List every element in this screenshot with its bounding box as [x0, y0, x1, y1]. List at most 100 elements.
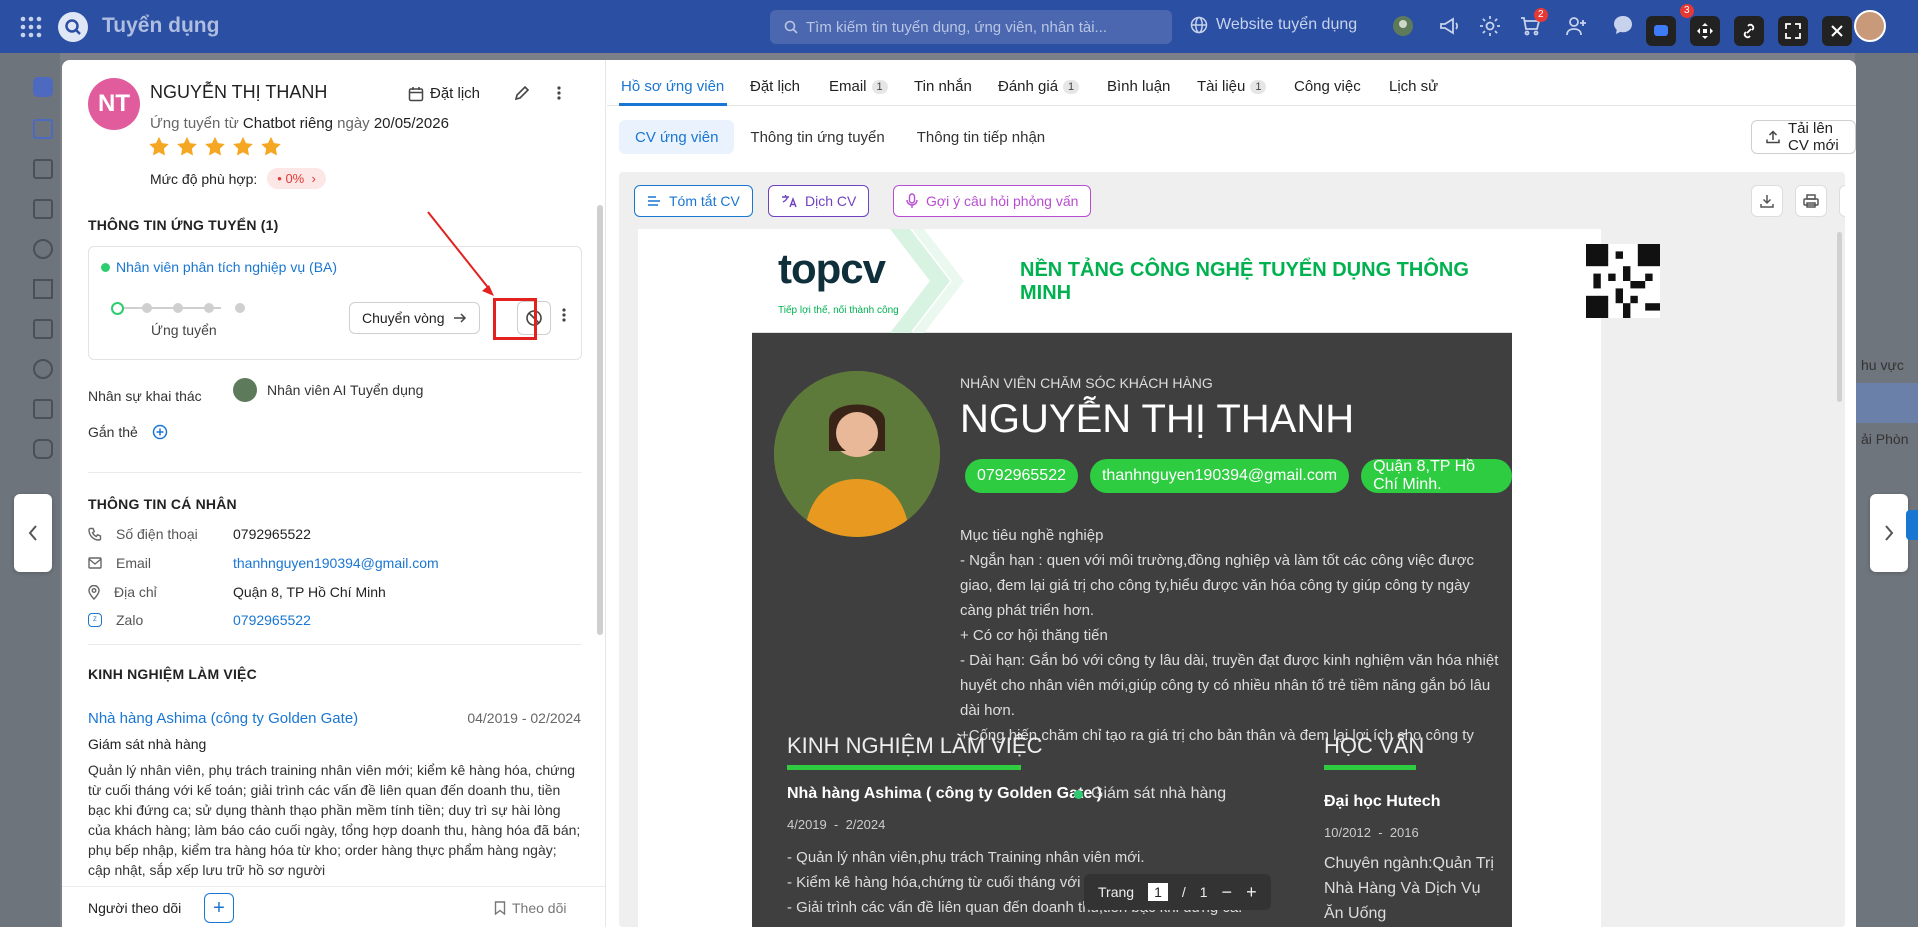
star-icon[interactable]: [204, 136, 226, 156]
link-button[interactable]: [1734, 16, 1764, 46]
app-a-icon[interactable]: [33, 77, 53, 97]
follow-button[interactable]: Theo dõi: [494, 900, 566, 916]
website-link[interactable]: Website tuyển dụng: [1190, 16, 1357, 34]
fullscreen-button[interactable]: [1778, 16, 1808, 46]
job-title-link[interactable]: Nhân viên phân tích nghiệp vụ (BA): [101, 259, 337, 275]
settings-gear-icon[interactable]: [1478, 14, 1502, 41]
bookmark-icon: [494, 901, 506, 915]
translate-cv-button[interactable]: Dịch CV: [768, 185, 870, 217]
add-user-icon[interactable]: [1564, 14, 1588, 41]
background-sidebar: [0, 53, 60, 927]
match-pill[interactable]: • 0% ›: [267, 168, 326, 189]
left-scrollbar[interactable]: [597, 205, 603, 635]
tab-tin-nhan[interactable]: Tin nhắn: [914, 78, 972, 95]
experience-company[interactable]: Nhà hàng Ashima (công ty Golden Gate): [88, 710, 358, 727]
summarize-cv-button[interactable]: Tóm tắt CV: [634, 185, 753, 217]
search-icon: [784, 20, 798, 34]
tab-dat-lich[interactable]: Đặt lịch: [750, 78, 800, 95]
email-label: Email: [116, 555, 152, 571]
tab-cong-viec[interactable]: Công việc: [1294, 78, 1361, 95]
star-icon[interactable]: [148, 136, 170, 156]
add-follower-button[interactable]: +: [204, 893, 234, 923]
email-value[interactable]: thanhnguyen190394@gmail.com: [233, 555, 439, 571]
megaphone-icon[interactable]: [1438, 14, 1462, 41]
apps-grid-icon[interactable]: [20, 16, 42, 38]
tab-danh-gia[interactable]: Đánh giá 1: [998, 78, 1080, 95]
phone-row: Số điện thoại 0792965522: [88, 526, 311, 542]
move-round-button[interactable]: Chuyển vòng: [349, 302, 480, 334]
step-dot[interactable]: [173, 303, 183, 313]
document-icon[interactable]: [33, 119, 53, 139]
cv-email: thanhnguyen190394@gmail.com: [1089, 459, 1350, 493]
prev-candidate-button[interactable]: [14, 494, 52, 572]
interview-questions-button[interactable]: Gợi ý câu hỏi phỏng vấn: [893, 185, 1092, 217]
global-search-input[interactable]: Tìm kiếm tin tuyển dụng, ứng viên, nhân …: [770, 10, 1172, 44]
target-icon[interactable]: [33, 359, 53, 379]
tab-lich-su[interactable]: Lịch sử: [1389, 78, 1438, 95]
step-dot[interactable]: [142, 303, 152, 313]
app-title: Tuyển dụng: [102, 14, 220, 37]
rating-stars[interactable]: [148, 136, 282, 156]
next-candidate-button[interactable]: [1870, 494, 1908, 572]
calendar-icon[interactable]: [33, 199, 53, 219]
mail-icon[interactable]: [33, 399, 53, 419]
user-avatar[interactable]: [1854, 10, 1886, 42]
active-tab-underline: [619, 103, 727, 106]
objective-line: - Dài hạn: Gắn bó với công ty lâu dài, t…: [960, 652, 1499, 719]
step-dot[interactable]: [204, 303, 214, 313]
side-panel-toggle[interactable]: [1906, 510, 1918, 540]
cv-exp-end: 2/2024: [845, 817, 886, 832]
close-modal-button[interactable]: [1822, 16, 1852, 46]
edit-pencil-icon[interactable]: [514, 85, 530, 101]
step-dot[interactable]: [235, 303, 245, 313]
add-tag-icon[interactable]: [152, 424, 168, 440]
chat-icon[interactable]: [1612, 14, 1634, 39]
tab-binh-luan[interactable]: Bình luận: [1107, 78, 1170, 95]
viewer-scrollbar[interactable]: [1837, 232, 1842, 402]
id-card-icon[interactable]: [33, 159, 53, 179]
zoom-in-button[interactable]: +: [1246, 882, 1257, 903]
expand-button[interactable]: [1839, 185, 1845, 217]
step-dot[interactable]: [111, 302, 124, 315]
bot-avatar-icon[interactable]: [1392, 15, 1414, 40]
cart-badge: 2: [1534, 8, 1548, 22]
recruiter-label: Nhân sự khai thác: [88, 388, 202, 404]
tab-tai-lieu[interactable]: Tài liệu 1: [1197, 78, 1267, 95]
megaphone-rail-icon[interactable]: [33, 279, 53, 299]
print-button[interactable]: [1795, 185, 1827, 217]
match-value: 0%: [285, 171, 305, 186]
zalo-icon: Z: [88, 613, 102, 627]
star-icon[interactable]: [232, 136, 254, 156]
more-options-icon[interactable]: [556, 85, 562, 101]
highlight-box: [493, 298, 537, 340]
upload-cv-button[interactable]: Tải lên CV mới: [1751, 120, 1856, 154]
location-pin-icon: [88, 584, 100, 600]
cv-edu-major: Chuyên ngành:Quản Trị Nhà Hàng Và Dịch V…: [1324, 855, 1494, 922]
star-icon[interactable]: [176, 136, 198, 156]
subtab-cv[interactable]: CV ứng viên: [619, 120, 735, 154]
cv-exp-role: Giám sát nhà hàng: [1091, 785, 1227, 802]
logo-top: top: [778, 245, 841, 292]
star-icon[interactable]: [260, 136, 282, 156]
address-label: Địa chỉ: [114, 584, 157, 600]
tab-label: Đặt lịch: [750, 78, 801, 95]
zalo-value[interactable]: 0792965522: [233, 612, 311, 628]
email-icon: [88, 557, 102, 569]
card-more-icon[interactable]: [561, 307, 567, 323]
cv-edu-underline: [1324, 765, 1416, 770]
messenger-button[interactable]: [1646, 16, 1676, 46]
schedule-button[interactable]: Đặt lịch: [408, 85, 480, 102]
subtab-intake-info[interactable]: Thông tin tiếp nhận: [901, 120, 1061, 154]
page-current-input[interactable]: 1: [1148, 883, 1168, 901]
tab-email[interactable]: Email 1: [829, 78, 888, 95]
message-icon[interactable]: [33, 439, 53, 459]
checkbox-icon[interactable]: [33, 319, 53, 339]
zoom-out-button[interactable]: −: [1222, 882, 1233, 903]
tab-label: Tin nhắn: [914, 78, 972, 95]
people-icon[interactable]: [33, 239, 53, 259]
tab-ho-so[interactable]: Hồ sơ ứng viên: [621, 78, 724, 95]
move-button[interactable]: [1690, 16, 1720, 46]
subtab-application-info[interactable]: Thông tin ứng tuyển: [734, 120, 900, 154]
cv-edu-title: HỌC VẤN: [1324, 733, 1425, 758]
download-button[interactable]: [1751, 185, 1783, 217]
